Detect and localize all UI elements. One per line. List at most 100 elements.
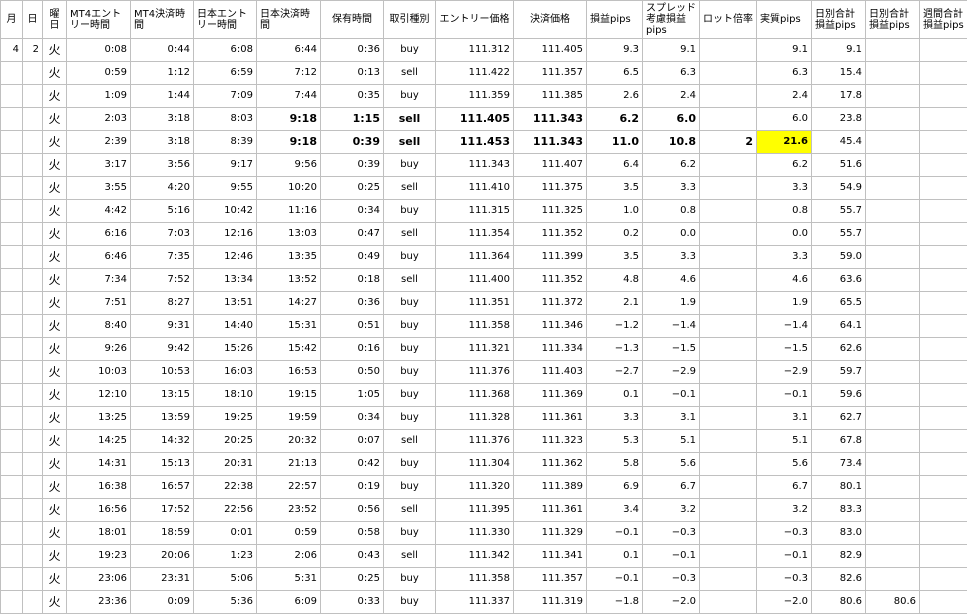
cell-pips[interactable]: 3.5 xyxy=(587,246,643,269)
cell-mt4-exit-time[interactable]: 9:42 xyxy=(131,338,194,361)
cell-spread-adjusted-pips[interactable]: 3.1 xyxy=(643,407,700,430)
cell-jp-entry-time[interactable]: 1:23 xyxy=(194,545,257,568)
cell-jp-exit-time[interactable]: 20:32 xyxy=(257,430,321,453)
cell-spread-adjusted-pips[interactable]: 5.6 xyxy=(643,453,700,476)
cell-exit-price[interactable]: 111.407 xyxy=(514,154,587,177)
cell-month[interactable] xyxy=(1,177,23,200)
cell-weekday[interactable]: 火 xyxy=(43,568,67,591)
cell-hold-time[interactable]: 0:36 xyxy=(321,292,384,315)
cell-daily-total-2[interactable] xyxy=(866,476,920,499)
cell-jp-entry-time[interactable]: 12:16 xyxy=(194,223,257,246)
cell-jp-exit-time[interactable]: 13:52 xyxy=(257,269,321,292)
cell-mt4-exit-time[interactable]: 23:31 xyxy=(131,568,194,591)
cell-daily-total-2[interactable] xyxy=(866,108,920,131)
cell-real-pips[interactable]: 3.3 xyxy=(757,177,812,200)
cell-entry-price[interactable]: 111.304 xyxy=(436,453,514,476)
cell-exit-price[interactable]: 111.325 xyxy=(514,200,587,223)
cell-day[interactable] xyxy=(23,269,43,292)
cell-pips[interactable]: 3.3 xyxy=(587,407,643,430)
cell-pips[interactable]: 0.1 xyxy=(587,384,643,407)
cell-month[interactable] xyxy=(1,453,23,476)
cell-daily-total[interactable]: 63.6 xyxy=(812,269,866,292)
cell-spread-adjusted-pips[interactable]: −0.3 xyxy=(643,568,700,591)
cell-mt4-entry-time[interactable]: 2:39 xyxy=(67,131,131,154)
cell-jp-entry-time[interactable]: 9:55 xyxy=(194,177,257,200)
cell-lot-multiplier[interactable] xyxy=(700,545,757,568)
cell-trade-type[interactable]: buy xyxy=(384,361,436,384)
cell-pips[interactable]: 5.8 xyxy=(587,453,643,476)
header-hold-time[interactable]: 保有時間 xyxy=(321,1,384,39)
cell-weekly-total[interactable] xyxy=(920,108,967,131)
cell-day[interactable] xyxy=(23,223,43,246)
cell-daily-total[interactable]: 82.9 xyxy=(812,545,866,568)
cell-day[interactable] xyxy=(23,154,43,177)
cell-hold-time[interactable]: 0:34 xyxy=(321,407,384,430)
cell-jp-exit-time[interactable]: 7:12 xyxy=(257,62,321,85)
cell-daily-total[interactable]: 62.6 xyxy=(812,338,866,361)
cell-trade-type[interactable]: buy xyxy=(384,39,436,62)
cell-weekly-total[interactable] xyxy=(920,131,967,154)
cell-exit-price[interactable]: 111.399 xyxy=(514,246,587,269)
cell-exit-price[interactable]: 111.403 xyxy=(514,361,587,384)
cell-trade-type[interactable]: sell xyxy=(384,269,436,292)
cell-exit-price[interactable]: 111.375 xyxy=(514,177,587,200)
cell-day[interactable] xyxy=(23,62,43,85)
cell-spread-adjusted-pips[interactable]: 4.6 xyxy=(643,269,700,292)
cell-exit-price[interactable]: 111.369 xyxy=(514,384,587,407)
cell-pips[interactable]: −1.8 xyxy=(587,591,643,614)
cell-daily-total-2[interactable] xyxy=(866,200,920,223)
cell-weekday[interactable]: 火 xyxy=(43,361,67,384)
cell-hold-time[interactable]: 0:39 xyxy=(321,154,384,177)
cell-mt4-exit-time[interactable]: 18:59 xyxy=(131,522,194,545)
cell-trade-type[interactable]: buy xyxy=(384,453,436,476)
cell-month[interactable] xyxy=(1,108,23,131)
cell-entry-price[interactable]: 111.321 xyxy=(436,338,514,361)
cell-mt4-exit-time[interactable]: 13:15 xyxy=(131,384,194,407)
cell-day[interactable] xyxy=(23,108,43,131)
cell-spread-adjusted-pips[interactable]: 3.2 xyxy=(643,499,700,522)
cell-mt4-exit-time[interactable]: 5:16 xyxy=(131,200,194,223)
cell-mt4-entry-time[interactable]: 0:08 xyxy=(67,39,131,62)
cell-pips[interactable]: 5.3 xyxy=(587,430,643,453)
cell-lot-multiplier[interactable] xyxy=(700,430,757,453)
header-pips[interactable]: 損益pips xyxy=(587,1,643,39)
cell-exit-price[interactable]: 111.352 xyxy=(514,269,587,292)
cell-jp-exit-time[interactable]: 5:31 xyxy=(257,568,321,591)
cell-daily-total[interactable]: 82.6 xyxy=(812,568,866,591)
cell-month[interactable] xyxy=(1,361,23,384)
cell-mt4-exit-time[interactable]: 0:09 xyxy=(131,591,194,614)
cell-weekly-total[interactable] xyxy=(920,591,967,614)
cell-exit-price[interactable]: 111.334 xyxy=(514,338,587,361)
cell-real-pips[interactable]: 5.6 xyxy=(757,453,812,476)
cell-weekly-total[interactable] xyxy=(920,338,967,361)
cell-trade-type[interactable]: buy xyxy=(384,338,436,361)
cell-pips[interactable]: 3.4 xyxy=(587,499,643,522)
cell-entry-price[interactable]: 111.453 xyxy=(436,131,514,154)
cell-weekly-total[interactable] xyxy=(920,453,967,476)
header-daily-total-2[interactable]: 日別合計損益pips xyxy=(866,1,920,39)
cell-jp-exit-time[interactable]: 6:44 xyxy=(257,39,321,62)
cell-trade-type[interactable]: sell xyxy=(384,430,436,453)
cell-mt4-entry-time[interactable]: 6:16 xyxy=(67,223,131,246)
cell-daily-total[interactable]: 73.4 xyxy=(812,453,866,476)
cell-real-pips[interactable]: 2.4 xyxy=(757,85,812,108)
cell-hold-time[interactable]: 0:13 xyxy=(321,62,384,85)
cell-mt4-entry-time[interactable]: 14:31 xyxy=(67,453,131,476)
cell-trade-type[interactable]: sell xyxy=(384,131,436,154)
cell-month[interactable] xyxy=(1,430,23,453)
cell-weekday[interactable]: 火 xyxy=(43,246,67,269)
cell-jp-entry-time[interactable]: 22:56 xyxy=(194,499,257,522)
cell-day[interactable] xyxy=(23,407,43,430)
cell-daily-total-2[interactable] xyxy=(866,39,920,62)
cell-day[interactable] xyxy=(23,292,43,315)
cell-exit-price[interactable]: 111.385 xyxy=(514,85,587,108)
cell-jp-exit-time[interactable]: 22:57 xyxy=(257,476,321,499)
cell-jp-entry-time[interactable]: 15:26 xyxy=(194,338,257,361)
cell-month[interactable] xyxy=(1,131,23,154)
header-day[interactable]: 日 xyxy=(23,1,43,39)
cell-jp-entry-time[interactable]: 20:25 xyxy=(194,430,257,453)
header-month[interactable]: 月 xyxy=(1,1,23,39)
cell-hold-time[interactable]: 0:43 xyxy=(321,545,384,568)
cell-lot-multiplier[interactable] xyxy=(700,200,757,223)
cell-jp-exit-time[interactable]: 16:53 xyxy=(257,361,321,384)
